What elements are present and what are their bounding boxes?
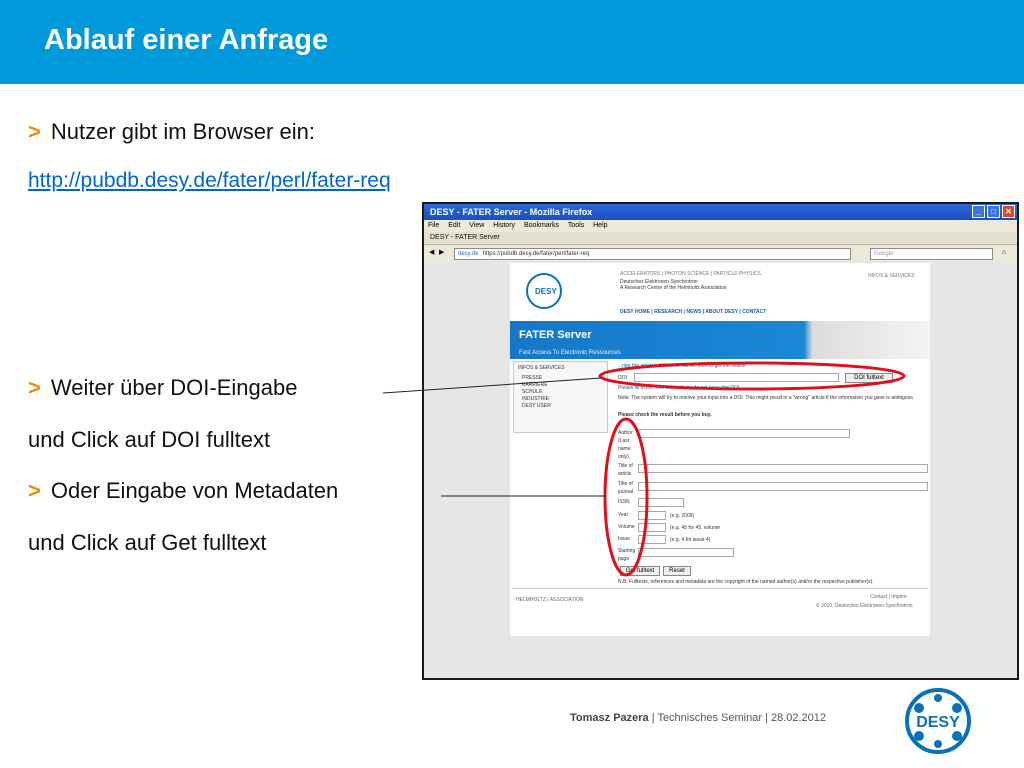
issue-hint: (e.g. 4 for issue 4) (670, 537, 711, 543)
year-hint: (e.g. 2009) (670, 513, 695, 519)
bullet-3-text: Oder Eingabe von Metadaten (50, 478, 339, 503)
main-nav[interactable]: DESY HOME | RESEARCH | NEWS | ABOUT DESY… (620, 309, 766, 315)
back-icon[interactable]: ◀ (429, 245, 434, 261)
browser-screenshot: DESY - FATER Server - Mozilla Firefox _ … (422, 202, 1019, 680)
footer-author: Tomasz Pazera (570, 712, 649, 724)
browser-viewport: DESY ACCELERATORS | PHOTON SCIENCE | PAR… (424, 261, 1017, 678)
home-icon[interactable]: ⌂ (1002, 245, 1006, 261)
bullet-3-continuation: und Click auf Get fulltext (28, 530, 267, 555)
label-starting-page-2: page (618, 556, 630, 562)
search-input[interactable]: Google (870, 248, 993, 260)
desy-logo-icon[interactable]: DESY (526, 273, 562, 309)
label-starting-page: Starting (618, 548, 636, 554)
svg-text:DESY: DESY (916, 714, 960, 731)
menu-bar: File Edit View History Bookmarks Tools H… (424, 220, 1017, 232)
top-links[interactable]: ACCELERATORS | PHOTON SCIENCE | PARTICLE… (620, 271, 761, 277)
banner-subtitle: Fast Access To Electronic Ressources (519, 350, 621, 356)
menu-file[interactable]: File (428, 222, 439, 229)
bullet-marker: > (28, 478, 41, 503)
menu-tools[interactable]: Tools (568, 222, 584, 229)
label-year: Year (618, 512, 629, 518)
copyright-text: © 2010, Deutsches Elektronen-Synchrotron (816, 603, 913, 609)
reset-button[interactable]: Reset (663, 566, 691, 576)
sidebar-item-industrie[interactable]: INDUSTRIE (522, 396, 549, 402)
bullet-1-text: Nutzer gibt im Browser ein: (50, 119, 315, 144)
menu-edit[interactable]: Edit (448, 222, 460, 229)
nb-text: N.B. Fulltexts, references and metadata … (618, 579, 874, 585)
menu-history[interactable]: History (493, 222, 515, 229)
menu-help[interactable]: Help (593, 222, 607, 229)
article-title-input[interactable] (638, 464, 928, 473)
bullet-2-continuation: und Click auf DOI fulltext (28, 427, 271, 452)
label-issue: Issue (618, 536, 630, 542)
sidebar-item-karriere[interactable]: KARRIERE (522, 382, 548, 388)
bullet-2-text: Weiter über DOI-Eingabe (50, 375, 298, 400)
site-domain-badge: desy.de (458, 251, 479, 257)
fater-banner: FATER Server Fast Access To Electronic R… (510, 321, 930, 359)
doi-input[interactable] (634, 373, 839, 382)
bullet-3: > Oder Eingabe von Metadaten (28, 478, 338, 504)
label-author: Author (618, 430, 633, 436)
bullet-marker: > (28, 375, 41, 400)
slide-header: Ablauf einer Anfrage (0, 0, 1024, 84)
label-author-3: name (618, 446, 631, 452)
check-text: Please check the result before you buy. (618, 412, 712, 418)
close-icon[interactable]: ✕ (1002, 205, 1015, 218)
helmholtz-logo: HELMHOLTZ | ASSOCIATION (516, 597, 584, 603)
fater-webpage: DESY ACCELERATORS | PHOTON SCIENCE | PAR… (510, 263, 930, 636)
doi-fulltext-button[interactable]: DOI fulltext (845, 373, 893, 383)
label-journal-title: Title of (618, 481, 633, 487)
bullet-1: > Nutzer gibt im Browser ein: (28, 119, 315, 145)
volume-input[interactable] (638, 523, 666, 532)
issue-input[interactable] (638, 535, 666, 544)
window-titlebar: DESY - FATER Server - Mozilla Firefox _ … (424, 204, 1017, 220)
starting-page-input[interactable] (638, 548, 734, 557)
get-fulltext-button[interactable]: Get fulltext (620, 566, 660, 576)
infos-services-link[interactable]: INFOS & SERVICES (868, 273, 915, 279)
note-text: Note: The system will try to resolve you… (618, 395, 915, 401)
window-title: DESY - FATER Server - Mozilla Firefox (430, 207, 593, 217)
author-input[interactable] (638, 429, 850, 438)
sidebar: INFOS & SERVICES PRESSE KARRIERE SCHULE … (513, 361, 608, 433)
label-journal-title-2: journal (618, 489, 634, 495)
contact-imprint-link[interactable]: Contact | Imprint (870, 594, 907, 600)
sidebar-item-desy-user[interactable]: DESY USER (522, 403, 551, 409)
bullet-marker: > (28, 119, 41, 144)
issn-input[interactable] (638, 498, 684, 507)
journal-title-input[interactable] (638, 482, 928, 491)
label-volume: Volume (618, 524, 635, 530)
year-input[interactable] (638, 511, 666, 520)
label-article-title: Title of (618, 463, 633, 469)
label-author-4: only) (618, 454, 629, 460)
intro-text: ...nter the article's DOI or fill out th… (618, 363, 746, 369)
navigation-bar: ◀ ▶ desy.de https://pubdb.desy.de/fater/p… (424, 245, 1017, 262)
desy-logo-icon: DESY (905, 688, 971, 754)
minimize-icon[interactable]: _ (972, 205, 985, 218)
doi-help: Please fill in the form below if you do … (618, 385, 740, 391)
label-issn: ISSN (618, 499, 630, 505)
footer-divider (512, 588, 928, 589)
slide-title: Ablauf einer Anfrage (44, 24, 329, 56)
org-line-2: A Research Centre of the Helmholtz Assoc… (620, 285, 727, 291)
sidebar-item-schule[interactable]: SCHULE (522, 389, 542, 395)
request-url-link[interactable]: http://pubdb.desy.de/fater/perl/fater-re… (28, 169, 391, 193)
label-article-title-2: article (618, 471, 632, 477)
menu-view[interactable]: View (469, 222, 484, 229)
menu-bookmarks[interactable]: Bookmarks (524, 222, 559, 229)
doi-label: DOI (618, 375, 627, 381)
volume-hint: (e.g. 45 for 45. volume (670, 525, 721, 531)
maximize-icon[interactable]: □ (987, 205, 1000, 218)
address-bar[interactable]: desy.de https://pubdb.desy.de/fater/perl/… (454, 248, 851, 260)
slide-footer: Tomasz Pazera | Technisches Seminar | 28… (570, 712, 826, 724)
sidebar-heading: INFOS & SERVICES (518, 365, 565, 371)
forward-icon[interactable]: ▶ (439, 245, 444, 261)
banner-title: FATER Server (519, 329, 592, 341)
bullet-2: > Weiter über DOI-Eingabe (28, 375, 297, 401)
sidebar-item-presse[interactable]: PRESSE (522, 375, 542, 381)
tab-desy-fater[interactable]: DESY - FATER Server (430, 234, 500, 241)
label-author-2: (Last (618, 438, 630, 444)
tab-bar: DESY - FATER Server (424, 232, 1017, 245)
footer-rest: | Technisches Seminar | 28.02.2012 (648, 712, 827, 724)
address-value: https://pubdb.desy.de/fater/perl/fater-r… (482, 251, 590, 257)
